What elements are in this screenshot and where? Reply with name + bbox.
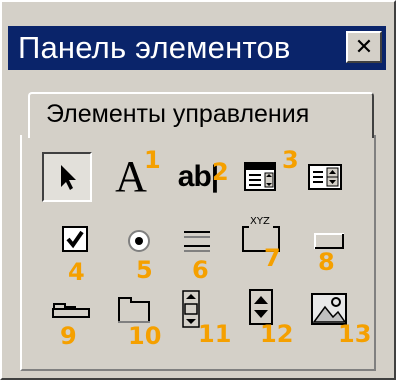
listbox-icon [308,164,342,190]
tool-pointer[interactable] [42,152,92,202]
toolbox-window: Панель элементов ✕ Элементы управления A… [0,0,396,380]
pointer-icon [61,165,76,190]
multipage-icon [118,297,150,323]
tool-number-image: 13 [338,320,372,348]
tool-number-combobox: 3 [282,146,299,174]
tool-number-frame: 7 [264,244,281,272]
tool-number-toggle: 6 [192,256,209,284]
frame-caption-text: XYZ [250,216,270,227]
checkbox-icon [62,226,88,252]
combobox-icon [244,162,276,191]
tool-number-multipage: 10 [128,322,162,350]
tool-number-command: 8 [318,248,335,276]
toggle-button-icon [184,231,210,252]
window-title: Панель элементов [18,30,291,65]
tool-listbox[interactable] [300,152,350,202]
tool-number-checkbox: 4 [68,258,85,286]
option-button-icon [128,230,150,252]
title-bar[interactable]: Панель элементов ✕ [8,26,386,70]
close-icon: ✕ [354,34,374,59]
tool-combobox[interactable] [236,152,286,202]
tool-number-scrollbar: 11 [198,320,232,348]
tabstrip-icon [52,303,90,318]
tool-checkbox[interactable] [50,214,100,264]
tool-number-textbox: 2 [212,158,229,186]
label-icon: A [115,152,147,201]
close-button[interactable]: ✕ [346,31,382,63]
tool-number-label: 1 [144,146,161,174]
tool-number-tabstrip: 9 [60,322,77,350]
tool-number-spinbutton: 12 [260,320,294,348]
tab-controls[interactable]: Элементы управления [28,92,374,138]
tool-number-option: 5 [136,256,153,284]
